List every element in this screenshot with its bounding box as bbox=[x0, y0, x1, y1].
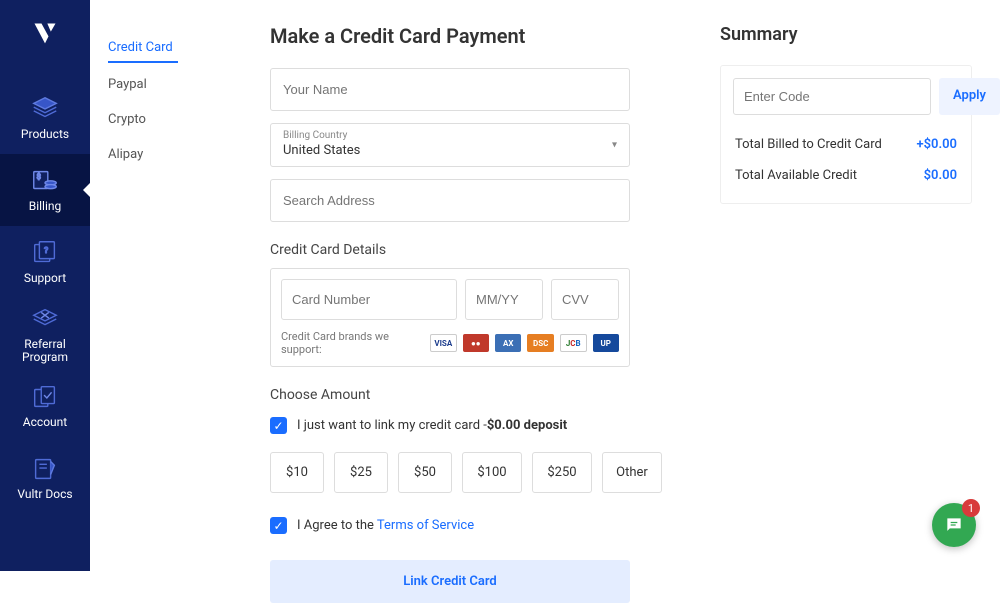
tab-crypto[interactable]: Crypto bbox=[108, 102, 240, 137]
cc-exp-input[interactable] bbox=[466, 280, 542, 319]
unionpay-icon: UP bbox=[593, 334, 619, 352]
docs-icon bbox=[30, 454, 60, 484]
cc-brands-label: Credit Card brands we support: bbox=[281, 330, 424, 356]
page-title: Make a Credit Card Payment bbox=[270, 24, 670, 48]
agree-label: I Agree to the Terms of Service bbox=[297, 518, 474, 533]
apply-button[interactable]: Apply bbox=[939, 78, 1000, 115]
link-only-row: ✓ I just want to link my credit card -$0… bbox=[270, 417, 670, 434]
name-field-wrap bbox=[270, 68, 630, 111]
sidebar-item-label: Account bbox=[23, 416, 67, 429]
products-icon bbox=[30, 94, 60, 124]
sidebar-item-label: Billing bbox=[29, 200, 62, 213]
sidebar-item-referral[interactable]: Referral Program bbox=[0, 298, 90, 370]
summary-card: Apply Total Billed to Credit Card +$0.00… bbox=[720, 65, 972, 204]
address-field-wrap bbox=[270, 179, 630, 222]
account-icon bbox=[30, 382, 60, 412]
amount-options: $10 $25 $50 $100 $250 Other bbox=[270, 452, 670, 493]
support-icon: ? bbox=[30, 238, 60, 268]
tab-paypal[interactable]: Paypal bbox=[108, 67, 240, 102]
sidebar-item-docs[interactable]: Vultr Docs bbox=[0, 442, 90, 514]
link-only-prefix: I just want to link my credit card - bbox=[297, 418, 487, 433]
country-value: United States bbox=[283, 143, 617, 158]
sidebar-item-label: Products bbox=[21, 128, 69, 141]
amount-other[interactable]: Other bbox=[602, 452, 662, 493]
name-input[interactable] bbox=[271, 69, 629, 110]
discover-icon: DSC bbox=[527, 334, 553, 352]
billed-label: Total Billed to Credit Card bbox=[735, 137, 882, 152]
sidebar-item-support[interactable]: ? Support bbox=[0, 226, 90, 298]
amount-250[interactable]: $250 bbox=[532, 452, 592, 493]
link-only-checkbox[interactable]: ✓ bbox=[270, 417, 287, 434]
sidebar-item-billing[interactable]: $ Billing bbox=[0, 154, 90, 226]
cc-number-input[interactable] bbox=[282, 280, 456, 319]
amount-25[interactable]: $25 bbox=[334, 452, 388, 493]
address-input[interactable] bbox=[271, 180, 629, 221]
link-only-bold: $0.00 deposit bbox=[487, 418, 567, 433]
main: Credit Card Paypal Crypto Alipay Make a … bbox=[90, 0, 1000, 571]
sidebar-item-label: Referral Program bbox=[22, 338, 68, 364]
amount-100[interactable]: $100 bbox=[462, 452, 522, 493]
chat-button[interactable]: 1 bbox=[932, 503, 976, 547]
credit-label: Total Available Credit bbox=[735, 168, 857, 183]
summary-panel: Summary Apply Total Billed to Credit Car… bbox=[720, 0, 1000, 571]
country-label: Billing Country bbox=[283, 130, 617, 141]
promo-code-input[interactable] bbox=[733, 78, 931, 115]
chat-icon bbox=[944, 515, 964, 535]
amex-icon: AX bbox=[495, 334, 521, 352]
sidebar-item-products[interactable]: Products bbox=[0, 82, 90, 154]
visa-icon: VISA bbox=[430, 334, 457, 352]
cc-box: Credit Card brands we support: VISA ●● A… bbox=[270, 268, 630, 367]
sidebar: Products $ Billing ? Support bbox=[0, 0, 90, 571]
logo-icon bbox=[31, 20, 59, 52]
cc-cvv-input[interactable] bbox=[552, 280, 618, 319]
summary-title: Summary bbox=[720, 24, 972, 45]
cc-section-title: Credit Card Details bbox=[270, 242, 670, 258]
link-only-label: I just want to link my credit card -$0.0… bbox=[297, 418, 567, 433]
tos-link[interactable]: Terms of Service bbox=[377, 518, 474, 533]
choose-amount-title: Choose Amount bbox=[270, 387, 670, 403]
svg-text:?: ? bbox=[44, 246, 48, 256]
jcb-icon: JCB bbox=[560, 334, 587, 352]
sidebar-item-label: Vultr Docs bbox=[17, 488, 72, 501]
billing-icon: $ bbox=[30, 166, 60, 196]
agree-row: ✓ I Agree to the Terms of Service bbox=[270, 517, 670, 534]
link-credit-card-button[interactable]: Link Credit Card bbox=[270, 560, 630, 603]
country-select[interactable]: Billing Country United States ▾ bbox=[270, 123, 630, 167]
tab-credit-card[interactable]: Credit Card bbox=[108, 30, 178, 63]
credit-value: $0.00 bbox=[924, 168, 957, 183]
cc-brands-row: Credit Card brands we support: VISA ●● A… bbox=[281, 330, 619, 356]
mastercard-icon: ●● bbox=[463, 334, 489, 352]
chat-badge: 1 bbox=[962, 499, 980, 517]
agree-checkbox[interactable]: ✓ bbox=[270, 517, 287, 534]
sidebar-item-account[interactable]: Account bbox=[0, 370, 90, 442]
billed-value: +$0.00 bbox=[916, 137, 957, 152]
referral-icon bbox=[30, 304, 60, 334]
chevron-down-icon: ▾ bbox=[612, 140, 617, 151]
payment-tabs: Credit Card Paypal Crypto Alipay bbox=[90, 0, 240, 571]
payment-form: Make a Credit Card Payment Billing Count… bbox=[240, 0, 720, 571]
amount-50[interactable]: $50 bbox=[398, 452, 452, 493]
sidebar-item-label: Support bbox=[24, 272, 66, 285]
svg-text:$: $ bbox=[37, 173, 41, 182]
amount-10[interactable]: $10 bbox=[270, 452, 324, 493]
tab-alipay[interactable]: Alipay bbox=[108, 137, 240, 172]
agree-prefix: I Agree to the bbox=[297, 518, 377, 533]
